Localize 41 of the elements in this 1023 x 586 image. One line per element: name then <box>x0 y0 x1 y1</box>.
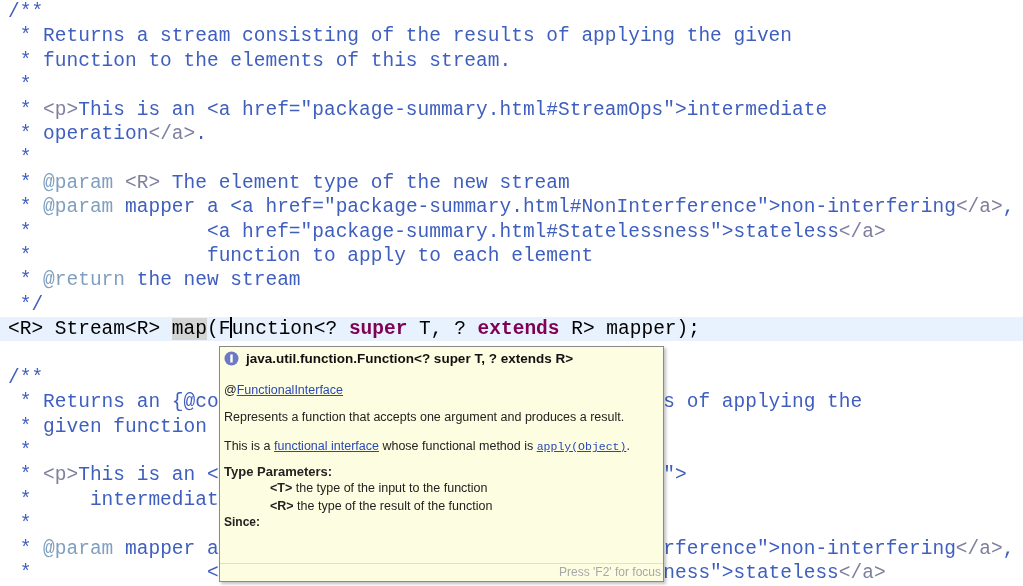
code-line: s of applying the <box>663 390 863 415</box>
code-line: * @return the new stream <box>18 268 301 293</box>
code-line: */ <box>18 292 44 318</box>
code-line: * <p>This is an <a href="package-summary.html#StreamOps">intermediate <box>18 97 828 122</box>
link[interactable]: apply(Object) <box>536 440 627 453</box>
parameter-text: <T> the type of the input to the function <box>269 480 489 497</box>
code-line: * @param mapper a <box>18 536 219 561</box>
code-line: * <box>18 512 32 537</box>
parameter-text: <R> the type of the result of the function <box>269 498 494 515</box>
code-line: * <box>18 439 32 464</box>
code-line: ness">stateless</a> <box>663 561 886 586</box>
code-line: /** <box>8 0 44 25</box>
text-cursor <box>230 317 232 339</box>
code-line: * @param mapper a <a href="package-summary.html#NonInterference">non-interfering</a>, <box>18 195 1015 220</box>
link[interactable]: functional interface <box>274 439 379 453</box>
code-line: * intermediat <box>18 487 219 513</box>
section-heading: Since: <box>224 515 261 529</box>
code-line: * operation</a>. <box>18 121 207 147</box>
code-line: * <box>18 146 32 171</box>
tooltip-title: java.util.function.Function<? super T, ? extends R> <box>246 351 574 366</box>
code-line: * Returns a stream consisting of the results of applying the given <box>18 24 793 49</box>
code-line: /** <box>8 365 44 391</box>
code-line: * given function <box>18 414 207 440</box>
code-line: * <box>18 73 32 98</box>
description-text: This is a functional interface whose functional method is apply(Object). <box>224 438 631 455</box>
annotation-text: @FunctionalInterface <box>224 383 344 397</box>
description-text: Represents a function that accepts one argument and produces a result. <box>224 410 626 424</box>
focus-hint: Press 'F2' for focus <box>559 565 661 579</box>
link[interactable]: FunctionalInterface <box>236 383 343 397</box>
code-line: * < <box>18 561 219 586</box>
code-line: <R> Stream<R> map(F unction<? super T, ? extends R> mapper); <box>8 317 700 342</box>
code-line: * <a href="package-summary.html#Statelessness">stateless</a> <box>18 219 886 244</box>
code-line: * <p>This is an < <box>18 463 219 488</box>
code-line: "> <box>663 463 687 488</box>
code-line: * @param <R> The element type of the new stream <box>18 170 570 196</box>
code-line: * function to apply to each element <box>18 243 594 269</box>
section-heading: Type Parameters: <box>224 464 334 479</box>
code-line: * function to the elements of this stream. <box>18 48 512 74</box>
code-line: rference">non-interfering</a>, <box>663 536 1015 561</box>
code-line: * Returns an {@co <box>18 390 219 415</box>
info-icon <box>224 351 239 366</box>
